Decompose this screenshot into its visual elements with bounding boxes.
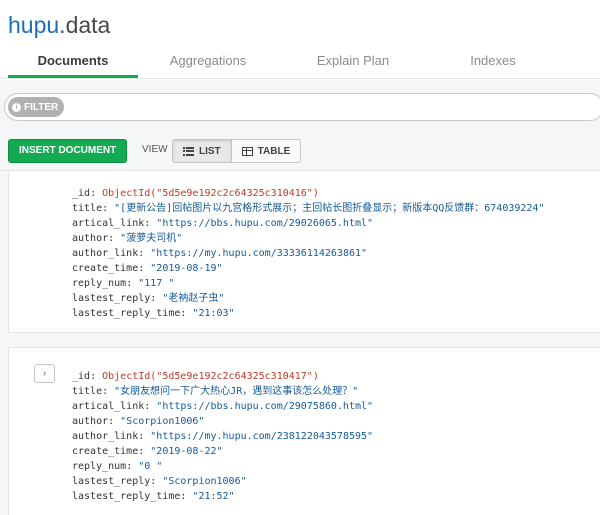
field-row: lastest_reply: "老衲赵子虫"	[72, 293, 225, 304]
field-row: reply_num: "117 "	[72, 278, 175, 289]
objectid-value[interactable]: ObjectId("5d5e9e192c2c64325c310417")	[102, 371, 319, 382]
field-key: title	[72, 386, 103, 397]
field-value[interactable]: "菠萝夫司机"	[120, 233, 182, 244]
filter-input[interactable]: i FILTER	[4, 93, 600, 121]
field-key: _id	[72, 188, 91, 199]
field-value[interactable]: "https://bbs.hupu.com/29026065.html"	[156, 218, 373, 229]
field-key: reply_num	[72, 278, 127, 289]
document-card: _id: ObjectId("5d5e9e192c2c64325c310416"…	[8, 171, 600, 333]
field-row: author: "菠萝夫司机"	[72, 233, 183, 244]
field-key: author	[72, 233, 109, 244]
view-label: VIEW	[142, 144, 168, 155]
field-key: lastest_reply	[72, 476, 151, 487]
field-row-id: _id: ObjectId("5d5e9e192c2c64325c310416"…	[72, 188, 319, 199]
field-value[interactable]: "21:03"	[192, 308, 234, 319]
tab-explain-plan[interactable]: Explain Plan	[288, 50, 418, 78]
field-row-id: _id: ObjectId("5d5e9e192c2c64325c310417"…	[72, 371, 319, 382]
field-row: author: "Scorpion1006"	[72, 416, 205, 427]
field-row: create_time: "2019-08-19"	[72, 263, 223, 274]
field-row: title: "[更新公告]回帖图片以九宫格形式展示；主回帖长图折叠显示；新版本…	[72, 203, 545, 214]
tab-aggregations[interactable]: Aggregations	[138, 50, 278, 78]
document-fields: _id: ObjectId("5d5e9e192c2c64325c310416"…	[72, 186, 544, 321]
document-fields: _id: ObjectId("5d5e9e192c2c64325c310417"…	[72, 369, 373, 504]
document-card: › _id: ObjectId("5d5e9e192c2c64325c31041…	[8, 347, 600, 515]
list-view-button[interactable]: LIST	[173, 140, 231, 162]
field-value[interactable]: "0 "	[138, 461, 162, 472]
field-value[interactable]: "2019-08-19"	[150, 263, 222, 274]
objectid-value[interactable]: ObjectId("5d5e9e192c2c64325c310416")	[102, 188, 319, 199]
filter-pill[interactable]: i FILTER	[8, 97, 65, 117]
tab-documents[interactable]: Documents	[8, 50, 138, 78]
expand-document-button[interactable]: ›	[34, 364, 55, 383]
field-value[interactable]: "Scorpion1006"	[162, 476, 246, 487]
field-key: lastest_reply_time	[72, 308, 181, 319]
collection-tabs: Documents Aggregations Explain Plan Inde…	[8, 50, 558, 78]
field-row: author_link: "https://my.hupu.com/238122…	[72, 431, 374, 442]
view-toggle: LIST TABLE	[172, 139, 302, 163]
field-key: lastest_reply	[72, 293, 151, 304]
chevron-right-icon: ›	[42, 368, 47, 379]
field-value[interactable]: "女朋友想问一下广大热心JR，遇到这事该怎么处理？"	[114, 386, 358, 397]
field-value[interactable]: "Scorpion1006"	[120, 416, 204, 427]
field-key: create_time	[72, 263, 139, 274]
table-view-button[interactable]: TABLE	[230, 140, 301, 162]
collection-name: data	[65, 12, 111, 38]
field-value[interactable]: "https://my.hupu.com/238122043578595"	[150, 431, 373, 442]
field-value[interactable]: "https://my.hupu.com/33336114263861"	[150, 248, 367, 259]
field-value[interactable]: "117 "	[138, 278, 174, 289]
table-icon	[241, 146, 253, 156]
tab-indexes[interactable]: Indexes	[428, 50, 558, 78]
field-key: artical_link	[72, 401, 145, 412]
namespace-title: hupu.data	[8, 12, 111, 38]
header-divider	[0, 78, 600, 79]
list-view-label: LIST	[199, 145, 221, 157]
table-view-label: TABLE	[257, 145, 291, 157]
filter-pill-label: FILTER	[24, 101, 59, 113]
field-value[interactable]: "老衲赵子虫"	[162, 293, 224, 304]
field-row: title: "女朋友想问一下广大热心JR，遇到这事该怎么处理？"	[72, 386, 359, 397]
field-value[interactable]: "https://bbs.hupu.com/29075860.html"	[156, 401, 373, 412]
list-icon	[183, 146, 194, 156]
field-key: title	[72, 203, 103, 214]
field-key: author	[72, 416, 109, 427]
field-row: artical_link: "https://bbs.hupu.com/2907…	[72, 401, 374, 412]
field-row: lastest_reply_time: "21:03"	[72, 308, 235, 319]
field-key: author_link	[72, 431, 139, 442]
field-value[interactable]: "2019-08-22"	[150, 446, 222, 457]
filter-bar: i FILTER	[0, 80, 600, 130]
field-key: create_time	[72, 446, 139, 457]
field-row: author_link: "https://my.hupu.com/333361…	[72, 248, 368, 259]
field-row: lastest_reply: "Scorpion1006"	[72, 476, 247, 487]
field-key: author_link	[72, 248, 139, 259]
field-key: lastest_reply_time	[72, 491, 181, 502]
insert-document-button[interactable]: INSERT DOCUMENT	[8, 139, 128, 163]
info-icon[interactable]: i	[12, 102, 21, 112]
field-row: lastest_reply_time: "21:52"	[72, 491, 235, 502]
field-row: create_time: "2019-08-22"	[72, 446, 223, 457]
field-key: reply_num	[72, 461, 127, 472]
field-value[interactable]: "21:52"	[192, 491, 234, 502]
documents-toolbar: INSERT DOCUMENT VIEW LIST TABLE	[0, 130, 600, 171]
field-row: artical_link: "https://bbs.hupu.com/2902…	[72, 218, 374, 229]
collection-header: hupu.data Documents Aggregations Explain…	[0, 0, 600, 80]
field-key: _id	[72, 371, 91, 382]
field-row: reply_num: "0 "	[72, 461, 163, 472]
field-value[interactable]: "[更新公告]回帖图片以九宫格形式展示；主回帖长图折叠显示；新版本QQ反馈群：6…	[114, 203, 544, 214]
field-key: artical_link	[72, 218, 145, 229]
database-name[interactable]: hupu	[8, 12, 59, 38]
